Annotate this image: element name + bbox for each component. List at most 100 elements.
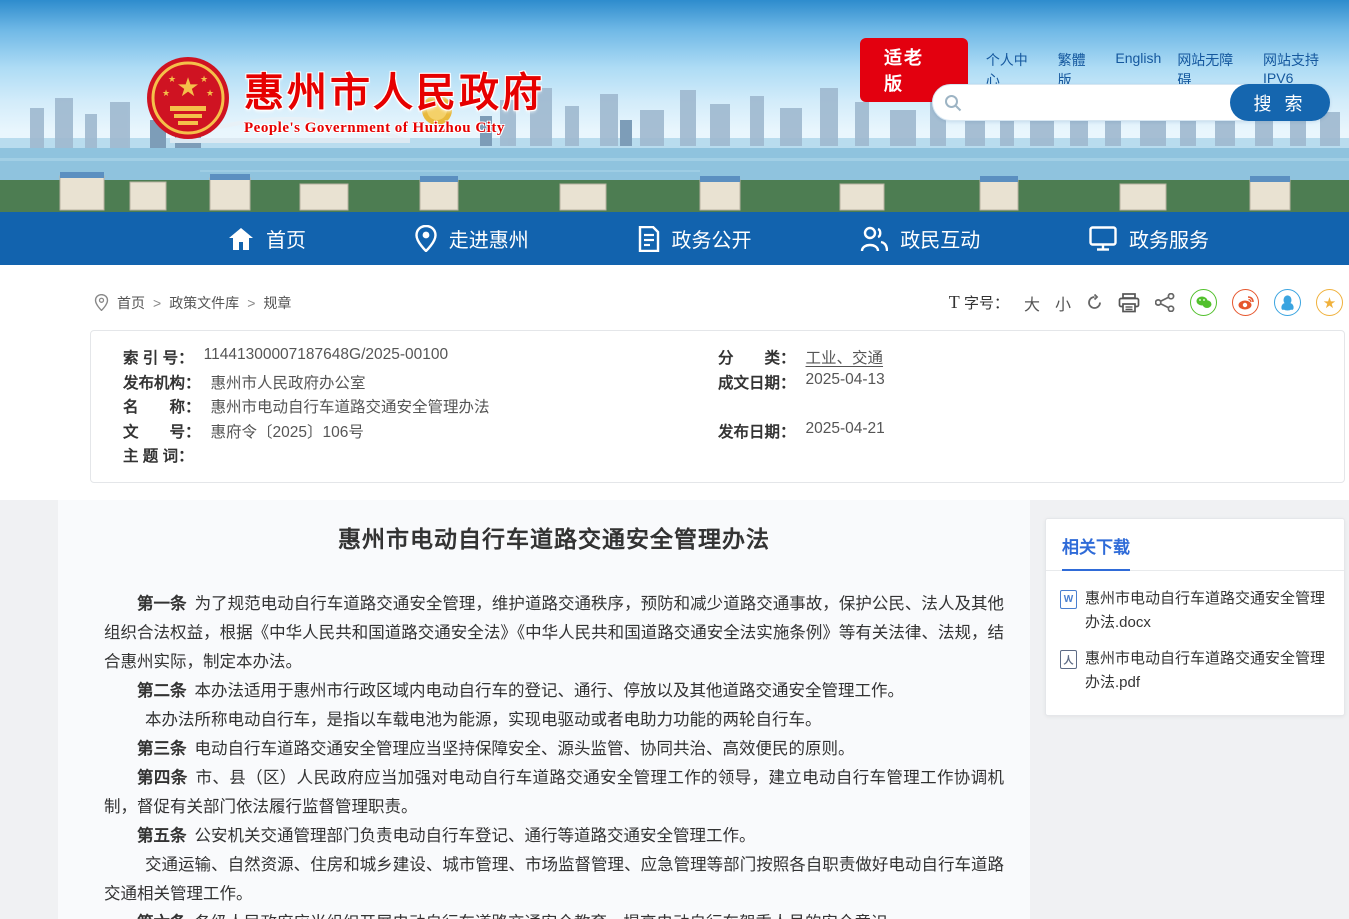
nav-item-about-huizhou[interactable]: 走进惠州: [415, 224, 529, 253]
document-panel: 惠州市电动自行车道路交通安全管理办法 第一条为了规范电动自行车道路交通安全管理，…: [58, 500, 1030, 919]
metadata-value: 2025-04-13: [806, 371, 885, 393]
metadata-label: 成文日期：: [718, 371, 796, 393]
metadata-label: 名 称：: [123, 395, 201, 417]
metadata-value: 2025-04-21: [806, 420, 885, 442]
document-paragraph: 第六条 各级人民政府应当组织开展电动自行车道路交通安全教育，提高电动自行车驾乘人员…: [104, 909, 1004, 919]
breadcrumb-home[interactable]: 首页: [117, 293, 145, 313]
metadata-value: 工业、交通: [806, 346, 884, 368]
metadata-value: 惠州市人民政府办公室: [211, 371, 366, 393]
svg-text:★: ★: [200, 74, 208, 84]
document-paragraph: 第三条电动自行车道路交通安全管理应当坚持保障安全、源头监管、协同共治、高效便民的…: [104, 735, 1004, 764]
paragraph-text: 为了规范电动自行车道路交通安全管理，维护道路交通秩序，预防和减少道路交通事故，保…: [104, 595, 1004, 671]
document-metadata: 索 引 号： 11441300007187648G/2025-00100 发布机…: [90, 330, 1345, 483]
metadata-label: 文 号：: [123, 420, 201, 442]
article-number: 第五条: [137, 827, 187, 845]
svg-text:★: ★: [206, 88, 214, 98]
search-input[interactable]: [962, 85, 1230, 120]
metadata-right-column: 分 类： 工业、交通 成文日期： 2025-04-13 发布日期： 2025-0…: [718, 345, 1334, 468]
article-number: 第四条: [137, 769, 188, 787]
breadcrumb: 首页 > 政策文件库 > 规章: [94, 293, 291, 313]
article-number: 第六条: [137, 914, 187, 919]
site-title: 惠州市人民政府: [244, 60, 545, 118]
breadcrumb-current[interactable]: 规章: [263, 293, 291, 313]
font-smaller-button[interactable]: 小: [1055, 291, 1071, 315]
document-title: 惠州市电动自行车道路交通安全管理办法: [104, 520, 1004, 554]
paragraph-text: 电动自行车道路交通安全管理应当坚持保障安全、源头监管、协同共治、高效便民的原则。: [195, 740, 855, 758]
site-header: 适老版 个人中心繁體版English网站无障碍网站支持IPV6 ★ ★ ★ ★ …: [0, 0, 1349, 212]
metadata-label: 发布机构：: [123, 371, 201, 393]
metadata-label: 索 引 号：: [123, 346, 194, 368]
national-emblem-icon: ★ ★ ★ ★ ★: [146, 56, 230, 140]
breadcrumb-toolbar-row: 首页 > 政策文件库 > 规章 T 字号： 大 小: [90, 265, 1345, 330]
qq-icon[interactable]: [1274, 289, 1301, 316]
refresh-icon[interactable]: [1086, 294, 1103, 311]
related-downloads-box: 相关下载 W 惠州市电动自行车道路交通安全管理办法.docx 人 惠州市电动自行…: [1045, 518, 1345, 716]
paragraph-text: 本办法适用于惠州市行政区域内电动自行车的登记、通行、停放以及其他道路交通安全管理…: [195, 682, 905, 700]
breadcrumb-location-icon: [94, 294, 109, 311]
metadata-left-column: 索 引 号： 11441300007187648G/2025-00100 发布机…: [123, 345, 718, 468]
site-logo[interactable]: ★ ★ ★ ★ ★ 惠州市人民政府 People's Government of…: [146, 56, 545, 140]
site-subtitle: People's Government of Huizhou City: [244, 120, 545, 137]
nav-label: 政民互动: [900, 224, 980, 253]
home-icon: [228, 227, 254, 251]
paragraph-text: 市、县（区）人民政府应当加强对电动自行车道路交通安全管理工作的领导，建立电动自行…: [104, 769, 1004, 816]
metadata-value: 惠府令〔2025〕106号: [211, 420, 364, 442]
nav-label: 走进惠州: [449, 224, 529, 253]
search-icon: [944, 94, 962, 112]
metadata-value: 11441300007187648G/2025-00100: [204, 346, 449, 368]
wechat-icon[interactable]: [1190, 289, 1217, 316]
nav-item-gov-info[interactable]: 政务公开: [638, 224, 752, 253]
location-pin-icon: [415, 225, 437, 252]
weibo-icon[interactable]: [1232, 289, 1259, 316]
nav-label: 政务服务: [1129, 224, 1209, 253]
nav-item-services[interactable]: 政务服务: [1089, 224, 1209, 253]
download-link[interactable]: W 惠州市电动自行车道路交通安全管理办法.docx: [1060, 587, 1330, 635]
monitor-icon: [1089, 226, 1117, 251]
print-icon[interactable]: [1118, 293, 1140, 313]
metadata-row: 文 号： 惠府令〔2025〕106号: [123, 420, 718, 442]
file-type-icon: W: [1060, 590, 1077, 609]
font-larger-button[interactable]: 大: [1024, 291, 1040, 315]
metadata-row: 成文日期： 2025-04-13: [718, 371, 1334, 393]
metadata-row: 发布日期： 2025-04-21: [718, 420, 1334, 442]
metadata-label: 主 题 词：: [123, 444, 194, 466]
metadata-row: 分 类： 工业、交通: [718, 346, 1334, 368]
download-link[interactable]: 人 惠州市电动自行车道路交通安全管理办法.pdf: [1060, 647, 1330, 695]
download-list: W 惠州市电动自行车道路交通安全管理办法.docx 人 惠州市电动自行车道路交通…: [1046, 571, 1344, 715]
related-downloads-header: 相关下载: [1046, 519, 1344, 571]
file-type-icon: 人: [1060, 650, 1077, 669]
share-icon[interactable]: [1155, 293, 1175, 312]
svg-text:★: ★: [162, 88, 170, 98]
article-number: 第三条: [137, 740, 187, 758]
paragraph-text: 各级人民政府应当组织开展电动自行车道路交通安全教育，提高电动自行车驾乘人员的安全…: [195, 914, 905, 919]
download-file-name: 惠州市电动自行车道路交通安全管理办法.pdf: [1085, 647, 1330, 695]
related-downloads-title: 相关下载: [1062, 533, 1130, 571]
logo-text: 惠州市人民政府 People's Government of Huizhou C…: [244, 60, 545, 137]
metadata-value: 惠州市电动自行车道路交通安全管理办法: [211, 395, 490, 417]
breadcrumb-separator: >: [247, 295, 255, 311]
nav-item-home[interactable]: 首页: [228, 224, 306, 253]
document-paragraph: 第五条公安机关交通管理部门负责电动自行车登记、通行等道路交通安全管理工作。: [104, 822, 1004, 851]
nav-item-interaction[interactable]: 政民互动: [860, 224, 980, 253]
font-size-label: T 字号：: [949, 292, 1009, 313]
breadcrumb-separator: >: [153, 295, 161, 311]
document-paragraph: 交通运输、自然资源、住房和城乡建设、城市管理、市场监督管理、应急管理等部门按照各…: [104, 851, 1004, 909]
main-nav: 首页 走进惠州 政务公开 政民互动 政务服务: [0, 212, 1349, 265]
article-number: 第二条: [137, 682, 187, 700]
metadata-row: 发布机构： 惠州市人民政府办公室: [123, 371, 718, 393]
metadata-row: 主 题 词：: [123, 444, 718, 466]
paragraph-text: 交通运输、自然资源、住房和城乡建设、城市管理、市场监督管理、应急管理等部门按照各…: [104, 856, 1004, 903]
people-icon: [860, 226, 888, 252]
article-number: 第一条: [137, 595, 187, 613]
breadcrumb-policy-library[interactable]: 政策文件库: [169, 293, 239, 313]
search-button[interactable]: 搜 索: [1230, 84, 1330, 121]
document-section: 惠州市电动自行车道路交通安全管理办法 第一条为了规范电动自行车道路交通安全管理，…: [0, 500, 1349, 919]
nav-label: 首页: [266, 224, 306, 253]
page-toolbar: T 字号： 大 小 ★: [949, 289, 1343, 316]
paragraph-text: 公安机关交通管理部门负责电动自行车登记、通行等道路交通安全管理工作。: [195, 827, 756, 845]
document-paragraph: 第一条为了规范电动自行车道路交通安全管理，维护道路交通秩序，预防和减少道路交通事…: [104, 590, 1004, 677]
document-paragraph: 本办法所称电动自行车，是指以车载电池为能源，实现电驱动或者电助力功能的两轮自行车…: [104, 706, 1004, 735]
sidebar: 相关下载 W 惠州市电动自行车道路交通安全管理办法.docx 人 惠州市电动自行…: [1045, 518, 1345, 716]
favorite-star-icon[interactable]: ★: [1316, 289, 1343, 316]
metadata-row: 索 引 号： 11441300007187648G/2025-00100: [123, 346, 718, 368]
